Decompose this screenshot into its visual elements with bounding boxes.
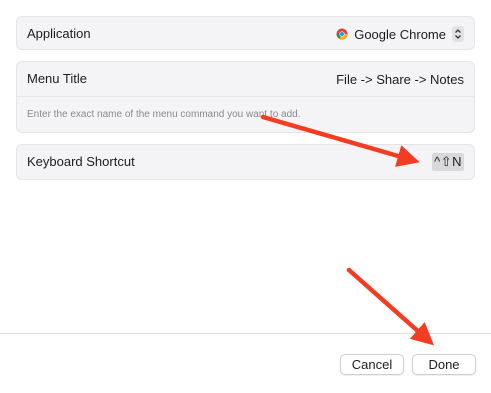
menu-title-divider	[17, 96, 474, 97]
application-value: Google Chrome	[354, 26, 446, 42]
arrow-to-done	[346, 267, 435, 346]
application-group: Application Google Chrome	[16, 16, 475, 50]
cancel-button[interactable]: Cancel	[340, 354, 404, 375]
keyboard-shortcut-label: Keyboard Shortcut	[27, 154, 135, 169]
menu-title-label: Menu Title	[27, 71, 87, 86]
menu-title-hint: Enter the exact name of the menu command…	[27, 109, 301, 120]
menu-title-group: Menu Title File -> Share -> Notes Enter …	[16, 61, 475, 133]
menu-title-row: Menu Title File -> Share -> Notes	[17, 62, 474, 96]
keyboard-shortcut-field[interactable]: ^⇧N	[432, 145, 464, 179]
done-button[interactable]: Done	[412, 354, 476, 375]
application-popup[interactable]: Google Chrome	[336, 17, 464, 51]
keyboard-shortcut-value: ^⇧N	[432, 153, 464, 171]
keyboard-shortcut-group: Keyboard Shortcut ^⇧N	[16, 144, 475, 180]
annotation-arrows	[260, 114, 435, 346]
application-row: Application Google Chrome	[17, 17, 474, 51]
menu-title-field[interactable]: File -> Share -> Notes	[336, 62, 464, 96]
menu-title-value: File -> Share -> Notes	[336, 71, 464, 87]
application-label: Application	[27, 26, 91, 41]
popup-stepper-icon	[452, 26, 464, 42]
footer-divider	[0, 333, 491, 334]
google-chrome-icon	[336, 28, 348, 40]
keyboard-shortcut-row: Keyboard Shortcut ^⇧N	[17, 145, 474, 179]
